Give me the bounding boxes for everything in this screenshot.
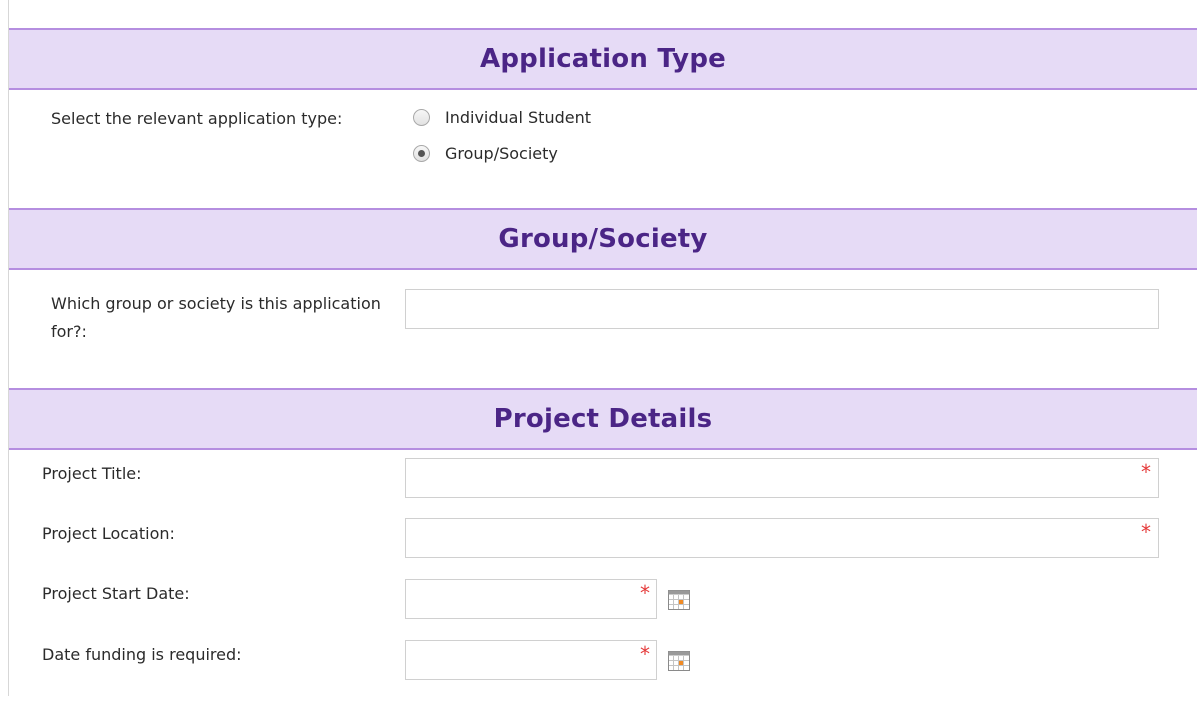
project-location-input[interactable] xyxy=(405,518,1159,558)
project-title-label: Project Title: xyxy=(42,464,142,483)
project-start-date-required-marker: * xyxy=(640,581,650,605)
radio-option-individual-student[interactable]: Individual Student xyxy=(413,99,591,135)
radio-label-individual-student: Individual Student xyxy=(445,107,591,127)
project-start-date-input[interactable] xyxy=(405,579,657,619)
group-society-question: Which group or society is this applicati… xyxy=(51,294,381,341)
section-title-group-society: Group/Society xyxy=(498,224,708,254)
project-title-input[interactable] xyxy=(405,458,1159,498)
project-start-date-label: Project Start Date: xyxy=(42,584,190,603)
calendar-icon[interactable] xyxy=(668,651,690,671)
section-header-group-society: Group/Society xyxy=(9,208,1197,270)
funding-date-input[interactable] xyxy=(405,640,657,680)
group-society-input[interactable] xyxy=(405,289,1159,329)
funding-date-label: Date funding is required: xyxy=(42,645,242,664)
radio-selected-dot xyxy=(418,149,425,157)
section-header-project-details: Project Details xyxy=(9,388,1197,450)
radio-button-individual-student[interactable] xyxy=(413,108,430,126)
calendar-icon[interactable] xyxy=(668,590,690,610)
project-location-required-marker: * xyxy=(1141,520,1151,544)
project-title-required-marker: * xyxy=(1141,460,1151,484)
section-title-project-details: Project Details xyxy=(493,404,713,434)
application-type-radio-group: Individual Student Group/Society xyxy=(413,99,591,171)
radio-option-group-society[interactable]: Group/Society xyxy=(413,135,591,171)
project-location-label: Project Location: xyxy=(42,524,175,543)
radio-label-group-society: Group/Society xyxy=(445,143,558,163)
funding-date-required-marker: * xyxy=(640,642,650,666)
radio-button-group-society[interactable] xyxy=(413,144,430,162)
application-type-question: Select the relevant application type: xyxy=(51,109,343,128)
